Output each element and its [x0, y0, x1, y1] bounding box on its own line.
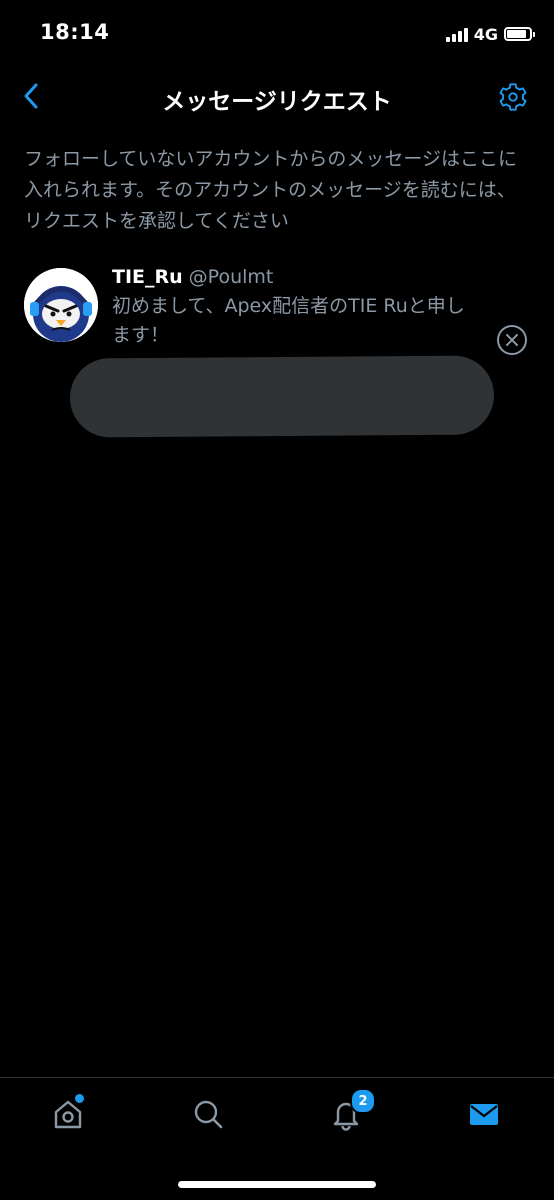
settings-button[interactable] [496, 80, 530, 114]
signal-icon [445, 26, 468, 42]
redacted-region [69, 355, 495, 438]
message-request-item[interactable]: TIE_Ru @Poulmt 初めまして、Apex配信者のTIE Ruと申します！ [0, 262, 554, 362]
screen: 18:14 4G メッセージリクエスト フォローしていないアカウントからのメッセ… [0, 0, 554, 1200]
battery-level [507, 30, 526, 38]
battery-icon [504, 27, 535, 41]
status-time: 18:14 [40, 20, 110, 44]
status-indicators: 4G [445, 22, 535, 46]
notification-badge: 2 [350, 1088, 376, 1114]
tab-notifications[interactable]: 2 [326, 1088, 376, 1134]
network-type: 4G [473, 24, 498, 44]
penguin-headset-avatar-icon [24, 268, 98, 342]
status-bar: 18:14 4G [0, 0, 554, 64]
tab-home[interactable] [48, 1094, 88, 1134]
tab-search[interactable] [188, 1094, 228, 1134]
tab-messages[interactable] [464, 1094, 504, 1134]
sender-line: TIE_Ru @Poulmt [112, 266, 273, 288]
message-preview: 初めまして、Apex配信者のTIE Ruと申します！ [112, 295, 465, 346]
home-indicator [178, 1181, 376, 1188]
mail-icon [470, 1104, 498, 1125]
gear-icon [499, 83, 527, 111]
close-circle-icon [497, 325, 527, 355]
page-title: メッセージリクエスト [162, 89, 392, 115]
avatar[interactable] [24, 268, 98, 342]
request-description: フォローしていないアカウントからのメッセージはここに入れられます。そのアカウント… [24, 148, 518, 232]
home-unread-dot [75, 1094, 84, 1103]
sender-name: TIE_Ru [112, 266, 183, 288]
sender-handle: @Poulmt [188, 266, 274, 288]
header: メッセージリクエスト [0, 64, 554, 130]
dismiss-request-button[interactable] [496, 324, 528, 356]
search-icon [194, 1100, 223, 1129]
